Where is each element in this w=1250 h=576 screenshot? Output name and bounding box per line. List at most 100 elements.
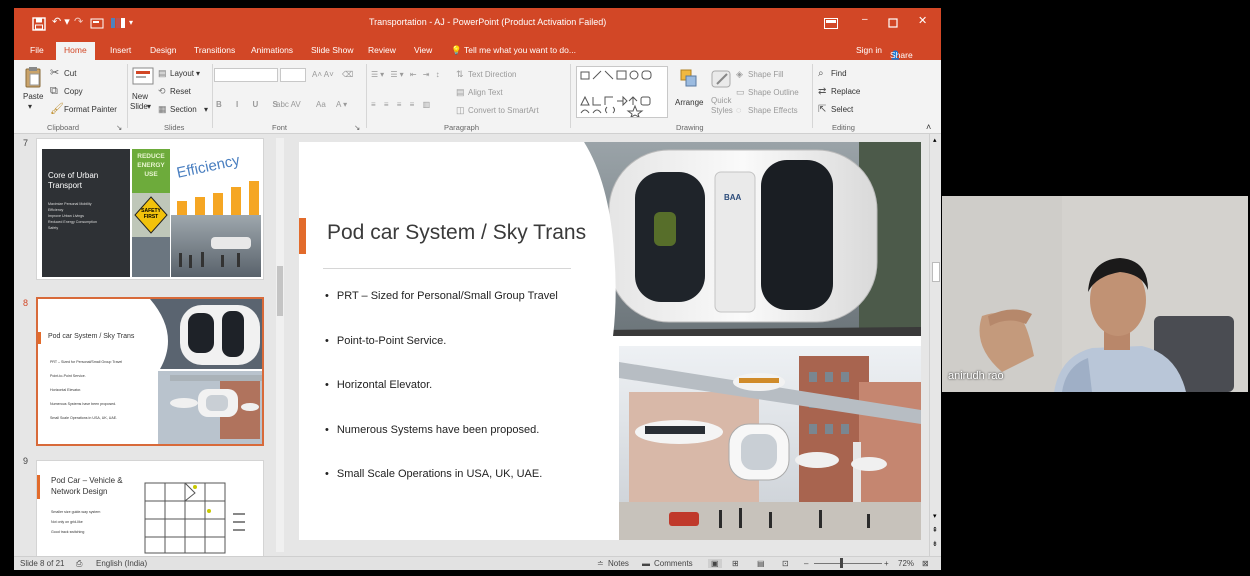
next-slide-icon[interactable]: ⇟ — [932, 540, 938, 548]
slide-scrollbar[interactable]: ▴ ▾ ⇞ ⇟ — [929, 134, 941, 556]
slide-bullet-list[interactable]: PRT – Sized for Personal/Small Group Tra… — [325, 290, 558, 513]
convert-smartart-button[interactable]: Convert to SmartArt — [468, 106, 539, 115]
new-slide-label[interactable]: New — [132, 92, 148, 101]
normal-view-icon[interactable]: ▣ — [708, 559, 722, 568]
slide-sorter-icon[interactable]: ⊞ — [732, 559, 739, 568]
font-style-buttons[interactable]: B I U S — [216, 100, 284, 109]
customize-toolbar-icon[interactable]: ▾ — [129, 18, 133, 27]
collapse-ribbon-icon[interactable]: ˄ — [926, 122, 931, 132]
slide-canvas[interactable]: BAA Pod car System / Sky Trans • PRT – S… — [299, 142, 921, 540]
redo-icon[interactable]: ↷ — [74, 15, 83, 28]
replace-button[interactable]: Replace — [831, 87, 860, 96]
zoom-in-icon[interactable]: + — [884, 559, 889, 568]
notes-button[interactable]: Notes — [608, 559, 629, 568]
paste-dropdown-icon[interactable]: ▾ — [28, 102, 32, 111]
new-slide-icon[interactable] — [132, 66, 154, 88]
spelling-icon[interactable]: ⎙ — [76, 559, 82, 569]
fit-to-window-icon[interactable]: ⊠ — [922, 559, 929, 568]
list-buttons[interactable]: ☰▾ ☰▾ ⇤ ⇥ ↕ — [371, 70, 442, 79]
arrange-icon[interactable] — [679, 68, 699, 90]
spacing-icon[interactable]: abc AV — [276, 100, 301, 109]
zoom-slider-thumb[interactable] — [840, 558, 843, 568]
slide-bullet[interactable]: Horizontal Elevator. — [325, 379, 558, 424]
cut-button[interactable]: Cut — [64, 69, 76, 78]
align-buttons[interactable]: ≡ ≡ ≡ ≡ ▥ — [371, 100, 433, 109]
maximize-icon[interactable] — [888, 18, 898, 28]
shape-effects-button[interactable]: Shape Effects — [748, 106, 798, 115]
copy-button[interactable]: Copy — [64, 87, 83, 96]
section-dropdown-icon[interactable]: ▾ — [204, 105, 208, 114]
close-icon[interactable]: ✕ — [918, 14, 927, 27]
language-indicator[interactable]: English (India) — [96, 559, 147, 568]
dialog-launcher-icon[interactable]: ↘ — [116, 123, 122, 132]
reset-button[interactable]: Reset — [170, 87, 191, 96]
thumbnail-slide-8-selected[interactable]: Pod car System / Sky Trans PRT – Sized f… — [36, 297, 264, 446]
arrange-button[interactable]: Arrange — [675, 98, 703, 107]
font-name-box[interactable] — [214, 68, 278, 82]
quick-styles-label[interactable]: Quick — [711, 96, 731, 105]
layout-dropdown-icon[interactable]: ▾ — [196, 69, 200, 78]
slide-bullet[interactable]: PRT – Sized for Personal/Small Group Tra… — [325, 290, 558, 335]
tab-slide-show[interactable]: Slide Show — [311, 45, 354, 55]
scroll-down-icon[interactable]: ▾ — [933, 512, 937, 520]
tab-home[interactable]: Home — [56, 42, 95, 60]
text-direction-button[interactable]: Text Direction — [468, 70, 516, 79]
ribbon-display-options-icon[interactable] — [824, 18, 838, 29]
tab-review[interactable]: Review — [368, 45, 396, 55]
color-palette-icon[interactable] — [110, 16, 126, 30]
select-button[interactable]: Select — [831, 105, 853, 114]
reading-view-icon[interactable]: ▤ — [757, 559, 765, 568]
shapes-gallery[interactable] — [576, 66, 668, 118]
tab-file[interactable]: File — [30, 45, 44, 55]
find-button[interactable]: Find — [831, 69, 847, 78]
quick-styles-label-2[interactable]: Styles — [711, 106, 733, 115]
save-icon[interactable] — [32, 17, 46, 31]
zoom-slider-track[interactable] — [814, 563, 882, 564]
tab-view[interactable]: View — [414, 45, 432, 55]
format-painter-button[interactable]: Format Painter — [64, 105, 117, 114]
align-text-button[interactable]: Align Text — [468, 88, 503, 97]
section-button[interactable]: Section — [170, 105, 197, 114]
layout-button[interactable]: Layout — [170, 69, 194, 78]
thumbnail-bullet: Smaller size guide-way system — [51, 510, 101, 514]
sign-in-link[interactable]: Sign in — [856, 45, 882, 55]
new-slide-dropdown-icon[interactable]: ▾ — [147, 102, 151, 111]
tab-design[interactable]: Design — [150, 45, 176, 55]
slide-scrollbar-thumb[interactable] — [932, 262, 940, 282]
tab-animations[interactable]: Animations — [251, 45, 293, 55]
previous-slide-icon[interactable]: ⇞ — [932, 526, 938, 534]
shape-fill-button[interactable]: Shape Fill — [748, 70, 784, 79]
thumbnail-slide-7[interactable]: Core of Urban Transport Maximize Persona… — [36, 138, 264, 280]
font-color-icon[interactable]: A ▾ — [336, 100, 347, 109]
zoom-level[interactable]: 72% — [898, 559, 914, 568]
thumbnails-scrollbar-thumb[interactable] — [277, 266, 283, 316]
tab-insert[interactable]: Insert — [110, 45, 131, 55]
tab-transitions[interactable]: Transitions — [194, 45, 235, 55]
grow-font-icon[interactable]: A˄ A˅ — [312, 70, 334, 79]
slide-bullet[interactable]: Small Scale Operations in USA, UK, UAE. — [325, 468, 558, 513]
change-case-button[interactable]: Aa — [316, 100, 326, 109]
undo-icon[interactable]: ↶ ▾ — [52, 15, 70, 28]
minimize-icon[interactable]: – — [862, 14, 868, 25]
shape-fill-icon: ◈ — [736, 69, 743, 79]
dialog-launcher-icon[interactable]: ↘ — [354, 123, 360, 132]
slide-title[interactable]: Pod car System / Sky Trans — [327, 221, 586, 245]
zoom-out-icon[interactable]: – — [804, 559, 808, 568]
thumbnail-slide-9[interactable]: Pod Car – Vehicle & Network Design Small… — [36, 460, 264, 556]
quick-styles-icon[interactable] — [711, 68, 733, 90]
new-slide-label-2[interactable]: Slide — [130, 102, 148, 111]
scroll-up-icon[interactable]: ▴ — [933, 136, 937, 144]
clear-formatting-icon[interactable]: ⌫ — [342, 70, 353, 79]
paste-label[interactable]: Paste — [23, 92, 43, 101]
font-size-box[interactable] — [280, 68, 306, 82]
tell-me-box[interactable]: Tell me what you want to do... — [464, 45, 576, 55]
slide-show-icon[interactable]: ⊡ — [782, 559, 789, 568]
shape-outline-button[interactable]: Shape Outline — [748, 88, 799, 97]
start-from-beginning-icon[interactable] — [90, 17, 104, 30]
thumbnails-scrollbar[interactable] — [276, 138, 284, 552]
comments-button[interactable]: Comments — [654, 559, 693, 568]
slide-bullet[interactable]: Numerous Systems have been proposed. — [325, 424, 558, 469]
thumbnail-pod-images — [150, 299, 262, 444]
slide-bullet[interactable]: Point-to-Point Service. — [325, 335, 558, 380]
paste-icon[interactable] — [24, 66, 42, 88]
